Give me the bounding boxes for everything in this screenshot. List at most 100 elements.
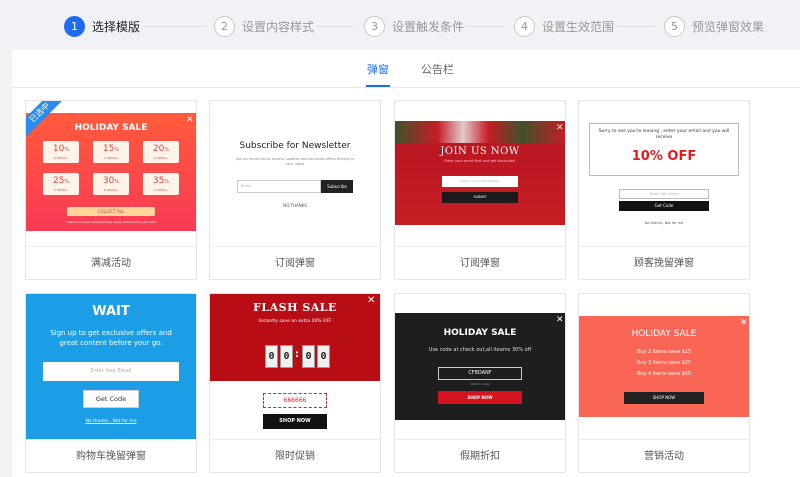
step-4[interactable]: 4 设置生效范围 — [514, 15, 614, 37]
template-label: 顾客挽留弹窗 — [579, 246, 749, 279]
step-2[interactable]: 2 设置内容样式 — [214, 15, 314, 37]
preview-dismiss: NO,THANKS — [283, 203, 307, 208]
preview-coupon-code: 666666 — [263, 393, 327, 408]
template-label: 满减活动 — [26, 246, 196, 279]
template-card-holiday-sale[interactable]: ✕ HOLIDAY SALE 10% 2 ITEMS+ 15% 3 ITEMS+ 2… — [25, 100, 197, 280]
template-label: 营销活动 — [579, 439, 749, 472]
template-preview: Subscribe for Newsletter Join our email … — [210, 101, 380, 246]
preview-button: SHOP NOW — [624, 392, 704, 404]
step-number: 1 — [64, 15, 85, 37]
step-label: 选择模版 — [92, 19, 141, 34]
preview-popup: ✕ HOLIDAY SALE 10% 2 ITEMS+ 15% 3 ITEMS+ 2… — [26, 113, 196, 231]
template-preview: ✕ FLASH SALE Instantly save an extra 10%… — [210, 294, 380, 439]
coupon: 15% 3 ITEMS+ — [93, 141, 129, 163]
coupon: 25% 5 ITEMS+ — [43, 173, 79, 195]
step-number: 3 — [364, 15, 385, 37]
step-3[interactable]: 3 设置触发条件 — [364, 15, 464, 37]
tab-popup[interactable]: 弹窗 — [367, 61, 389, 77]
step-5[interactable]: 5 预览弹窗效果 — [664, 15, 764, 37]
template-preview: ✕ JOIN US NOW Enter your email first and… — [395, 101, 565, 246]
template-preview: WAIT Sign up to get exclusive offers and… — [26, 294, 196, 439]
close-icon: ✕ — [556, 123, 564, 133]
preview-popup: Sorry to see you're leaving , enter your… — [589, 123, 739, 176]
step-1[interactable]: 1 选择模版 — [64, 15, 140, 37]
countdown-digit: 0 — [302, 345, 315, 368]
preview-subtitle: Enter your email first and get discounts… — [444, 159, 516, 163]
template-card-holiday-discount[interactable]: ✕ HOLIDAY SALE Use code at check out,all… — [394, 293, 566, 473]
coupon: 35% 7 ITEMS+ — [143, 173, 179, 195]
preview-title: HOLIDAY SALE — [74, 123, 148, 133]
preview-title: FLASH SALE — [253, 301, 337, 314]
template-preview: ✕ HOLIDAY SALE Use code at check out,all… — [395, 294, 565, 439]
template-label: 购物车挽留弹窗 — [26, 439, 196, 472]
template-card-marketing[interactable]: ✕ HOLIDAY SALE Buy 2 items save $15 Buy … — [578, 293, 750, 473]
preview-button: Get Code — [83, 390, 139, 408]
step-number: 5 — [664, 15, 685, 37]
close-icon: ✕ — [740, 318, 748, 328]
step-connector — [617, 26, 655, 27]
preview-copy-hint: Click to copy — [470, 382, 490, 386]
preview-title: JOIN US NOW — [440, 146, 520, 157]
preview-subtitle: Instantly save an extra 10% OFF — [258, 319, 332, 324]
preview-button: Get Code — [619, 201, 709, 211]
preview-subtitle: Sign up to get exclusive offers and grea… — [50, 329, 172, 347]
preview-footnote: *Discount would automatically apply when… — [66, 220, 156, 224]
template-label: 订阅弹窗 — [210, 246, 380, 279]
template-card-flash-sale[interactable]: ✕ FLASH SALE Instantly save an extra 10%… — [209, 293, 381, 473]
tab-announcement-bar[interactable]: 公告栏 — [421, 61, 454, 77]
preview-button: SHOP NOW — [438, 391, 522, 404]
step-label: 设置生效范围 — [542, 19, 615, 34]
preview-email-input: Enter Your Email — [43, 362, 179, 381]
preview-button: SHOP NOW — [263, 414, 327, 429]
step-connector — [317, 26, 355, 27]
preview-email-input: Enter your email address — [442, 176, 518, 187]
countdown-digit: 0 — [280, 345, 293, 368]
step-connector — [467, 26, 505, 27]
template-preview: Sorry to see you're leaving , enter your… — [579, 101, 749, 246]
countdown-separator: : — [295, 349, 299, 360]
template-card-join-us[interactable]: ✕ JOIN US NOW Enter your email first and… — [394, 100, 566, 280]
preview-title: HOLIDAY SALE — [443, 328, 517, 338]
template-tabs: 弹窗 公告栏 — [12, 50, 800, 88]
active-tab-indicator — [366, 85, 390, 87]
preview-dismiss: No thanks , Not for me — [85, 419, 137, 424]
template-card-newsletter[interactable]: Subscribe for Newsletter Join our email … — [209, 100, 381, 280]
preview-button: SUBMIT — [442, 192, 518, 203]
countdown-digit: 0 — [317, 345, 330, 368]
step-connector — [143, 26, 205, 27]
template-label: 限时促销 — [210, 439, 380, 472]
preview-button: Subscribe — [321, 180, 353, 193]
preview-offer-line: Buy 3 items save $25 — [636, 360, 692, 366]
step-number: 2 — [214, 15, 235, 37]
preview-coupon-code: CF8DANF — [438, 367, 522, 380]
stepper: 1 选择模版 2 设置内容样式 3 设置触发条件 4 设置生效范围 5 预览弹窗… — [0, 0, 800, 52]
step-label: 设置内容样式 — [242, 19, 315, 34]
gift-decoration — [395, 121, 565, 143]
preview-dismiss: No thanks, Not for me — [644, 221, 684, 225]
preview-offer-line: Buy 4 items save $60 — [636, 371, 692, 377]
template-card-customer-retention[interactable]: Sorry to see you're leaving , enter your… — [578, 100, 750, 280]
coupon: 30% 6 ITEMS+ — [93, 173, 129, 195]
template-card-cart-retention[interactable]: WAIT Sign up to get exclusive offers and… — [25, 293, 197, 473]
template-label: 订阅弹窗 — [395, 246, 565, 279]
preview-offer: 10% OFF — [631, 149, 697, 164]
template-panel: 弹窗 公告栏 ✕ HOLIDAY SALE 10% 2 ITEMS+ 15% 3 I… — [12, 50, 800, 477]
preview-button: COLLECT ALL — [67, 207, 155, 216]
close-icon: ✕ — [556, 315, 564, 325]
step-label: 设置触发条件 — [392, 19, 465, 34]
coupon: 10% 2 ITEMS+ — [43, 141, 79, 163]
preview-message: Sorry to see you're leaving , enter your… — [598, 129, 730, 140]
preview-title: WAIT — [92, 304, 130, 319]
preview-subtitle: Use code at check out,all iteams 30% off — [428, 347, 532, 353]
template-label: 假期折扣 — [395, 439, 565, 472]
countdown-digit: 0 — [265, 345, 278, 368]
preview-title: Subscribe for Newsletter — [239, 141, 351, 151]
step-number: 4 — [514, 15, 535, 37]
step-label: 预览弹窗效果 — [692, 19, 765, 34]
preview-subtitle: Join our email list to receive updates a… — [235, 157, 355, 166]
preview-email-input: Email Your Email — [619, 189, 709, 199]
preview-offer-line: Buy 2 items save $15 — [636, 349, 692, 355]
preview-email-input: Email — [237, 180, 321, 193]
template-preview: ✕ HOLIDAY SALE 10% 2 ITEMS+ 15% 3 ITEMS+ 2… — [26, 101, 196, 246]
coupon: 20% 4 ITEMS+ — [143, 141, 179, 163]
